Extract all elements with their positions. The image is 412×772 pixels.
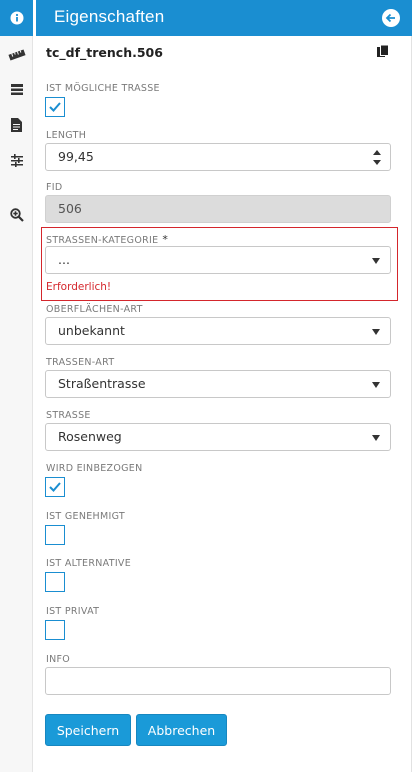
sidebar-rail [0,0,33,772]
checkbox-ist-privat[interactable] [45,620,65,640]
field-label-strassen-kategorie: STRASSEN-KATEGORIE * [46,233,168,246]
checkbox-ist-genehmigt[interactable] [45,525,65,545]
chevron-down-icon [372,329,380,335]
field-label-ist-privat: IST PRIVAT [46,606,100,617]
strasse-select[interactable]: Rosenweg [45,423,391,451]
info-input[interactable] [45,667,391,695]
chevron-down-icon [372,382,380,388]
fid-field: 506 [45,195,391,223]
fid-value: 506 [58,201,82,216]
save-button[interactable]: Speichern [45,714,131,746]
field-label-length: LENGTH [46,130,87,141]
zoom-icon[interactable] [0,204,33,226]
layers-icon[interactable] [0,78,33,100]
length-input[interactable]: 99,45 [45,143,391,171]
field-label-oberflaechen-art: OBERFLÄCHEN-ART [46,304,143,315]
field-label-fid: FID [46,182,63,193]
field-label-info: INFO [46,654,71,665]
panel-header: Eigenschaften [36,0,412,36]
chevron-down-icon [372,435,380,441]
checkbox-ist-alternative[interactable] [45,572,65,592]
oberflaechen-art-value: unbekannt [58,323,125,338]
check-icon [49,482,61,492]
ruler-icon[interactable] [0,44,33,66]
panel-title: Eigenschaften [54,7,165,26]
field-label-trassen-art: TRASSEN-ART [46,357,115,368]
tune-icon[interactable] [0,149,33,171]
strasse-value: Rosenweg [58,429,122,444]
field-label-ist-moegliche-trasse: IST MÖGLICHE TRASSE [46,83,160,94]
field-label-ist-alternative: IST ALTERNATIVE [46,558,132,569]
checkbox-wird-einbezogen[interactable] [45,477,65,497]
back-button[interactable] [382,9,400,27]
trassen-art-select[interactable]: Straßentrasse [45,370,391,398]
required-marker: * [162,233,169,246]
oberflaechen-art-select[interactable]: unbekannt [45,317,391,345]
info-icon[interactable] [0,7,33,29]
strassen-kategorie-value: ... [58,252,70,267]
strassen-kategorie-label-text: STRASSEN-KATEGORIE [46,235,159,246]
error-message: Erforderlich! [46,281,112,293]
field-label-strasse: STRASSE [46,410,91,421]
number-spinner[interactable] [372,149,382,165]
trassen-art-value: Straßentrasse [58,376,146,391]
checkbox-ist-moegliche-trasse[interactable] [45,97,65,117]
field-label-wird-einbezogen: WIRD EINBEZOGEN [46,463,143,474]
check-icon [49,102,61,112]
arrow-left-icon [385,13,395,23]
sidebar-active-tab[interactable] [0,0,33,36]
field-label-ist-genehmigt: IST GENEHMIGT [46,511,125,522]
feature-name: tc_df_trench.506 [46,45,163,60]
properties-panel: tc_df_trench.506 IST MÖGLICHE TRASSE LEN… [36,36,412,772]
chevron-down-icon [372,258,380,264]
cancel-button[interactable]: Abbrechen [136,714,227,746]
copy-icon[interactable] [377,44,389,63]
length-value: 99,45 [58,149,94,164]
strassen-kategorie-select[interactable]: ... [45,246,391,274]
document-icon[interactable] [0,114,33,136]
